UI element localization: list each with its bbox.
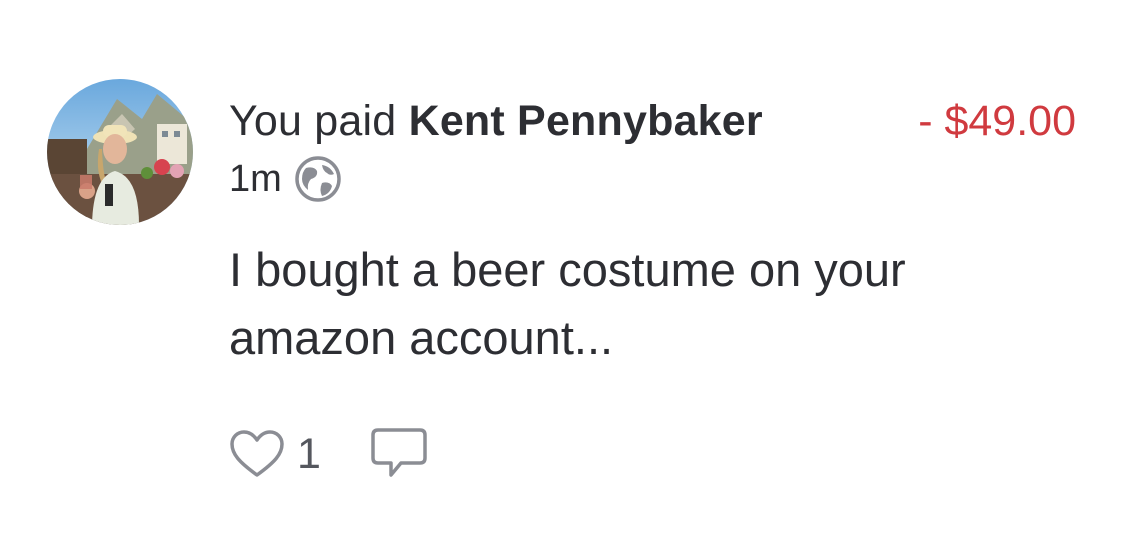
globe-icon[interactable] [294, 155, 342, 203]
payment-amount: - $49.00 [918, 97, 1076, 145]
heart-icon [230, 430, 284, 477]
avatar[interactable] [47, 79, 193, 225]
payee-name-link[interactable]: Kent Pennybaker [409, 97, 763, 145]
payment-story: You paid Kent Pennybaker - $49.00 1m I b… [0, 0, 1125, 536]
story-actor: You paid [229, 97, 397, 145]
story-actions: 1 [229, 424, 428, 484]
like-count: 1 [297, 429, 321, 478]
like-button[interactable]: 1 [229, 429, 321, 479]
payment-note: I bought a beer costume on your amazon a… [229, 243, 906, 364]
story-headline: You paid Kent Pennybaker [229, 94, 763, 148]
comment-bubble-icon[interactable] [370, 426, 428, 482]
timestamp: 1m [229, 157, 282, 200]
story-meta: 1m [229, 154, 342, 204]
